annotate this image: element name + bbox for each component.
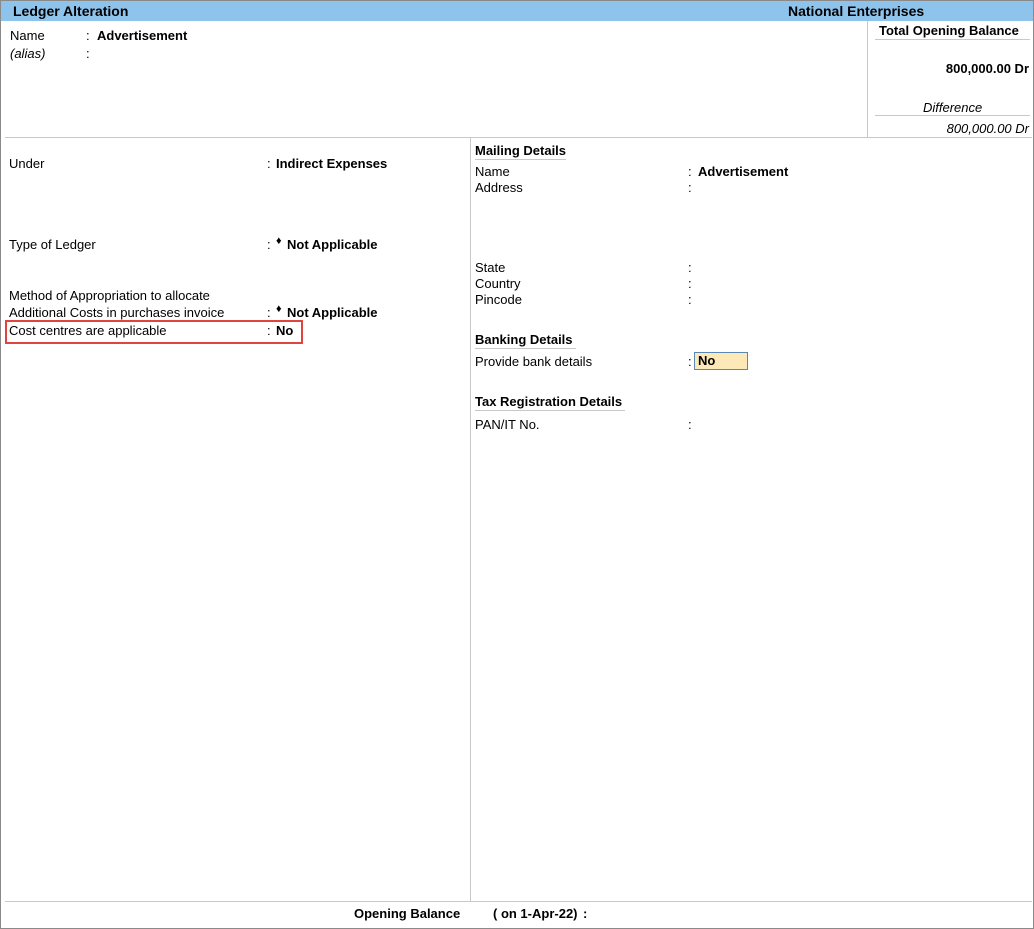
pan-label: PAN/IT No. (475, 417, 540, 432)
diamond-icon: ♦ (276, 303, 282, 315)
diamond-icon: ♦ (276, 235, 282, 247)
method-colon: : (267, 305, 271, 320)
mailing-details-heading: Mailing Details (475, 143, 567, 160)
window-frame (0, 0, 1034, 929)
header-divider (5, 137, 1032, 138)
method-of-appropriation-field[interactable]: Not Applicable (287, 305, 378, 320)
method-label-line2: Additional Costs in purchases invoice (9, 305, 225, 320)
method-label-line1: Method of Appropriation to allocate (9, 288, 210, 303)
name-field[interactable]: Advertisement (97, 28, 187, 43)
company-name: National Enterprises (788, 3, 925, 19)
state-field[interactable] (698, 259, 998, 275)
mailing-name-field[interactable]: Advertisement (698, 164, 788, 179)
provide-bank-details-label: Provide bank details (475, 354, 593, 369)
mailing-name-colon: : (688, 164, 692, 179)
pan-colon: : (688, 417, 692, 432)
opening-balance-date: ( on 1-Apr-22) (493, 906, 578, 921)
name-colon: : (86, 28, 90, 43)
under-colon: : (267, 156, 271, 171)
difference-value: 800,000.00 Dr (946, 121, 1029, 136)
state-label: State (475, 260, 506, 275)
screen-title: Ledger Alteration (13, 3, 129, 19)
banking-details-heading: Banking Details (475, 332, 576, 349)
opening-balance-colon: : (583, 906, 588, 921)
type-of-ledger-label: Type of Ledger (9, 237, 96, 252)
pincode-field[interactable] (698, 291, 998, 307)
total-opening-balance-label: Total Opening Balance (879, 23, 1019, 38)
address-label: Address (475, 180, 523, 195)
pan-field[interactable] (698, 416, 998, 432)
opening-balance-label: Opening Balance (354, 906, 461, 921)
state-colon: : (688, 260, 692, 275)
type-colon: : (267, 237, 271, 252)
provide-bank-details-field[interactable]: No (694, 352, 748, 370)
total-label-underline (875, 39, 1030, 40)
footer-divider (5, 901, 1032, 902)
balance-panel-divider (867, 21, 868, 137)
opening-balance-field[interactable] (596, 904, 796, 922)
tax-registration-heading: Tax Registration Details (475, 394, 626, 411)
country-colon: : (688, 276, 692, 291)
cost-centres-field[interactable]: No (276, 323, 293, 338)
pincode-label: Pincode (475, 292, 522, 307)
bank-details-colon: : (688, 354, 692, 369)
difference-label: Difference (923, 100, 983, 115)
difference-underline (875, 115, 1030, 116)
name-label: Name (10, 28, 45, 43)
type-of-ledger-field[interactable]: Not Applicable (287, 237, 378, 252)
under-field[interactable]: Indirect Expenses (276, 156, 387, 171)
country-label: Country (475, 276, 521, 291)
alias-field[interactable] (97, 44, 397, 60)
address-colon: : (688, 180, 692, 195)
alias-label: (alias) (10, 46, 46, 61)
column-divider (470, 137, 471, 901)
total-opening-balance-value: 800,000.00 Dr (945, 61, 1029, 76)
cost-centres-colon: : (267, 323, 271, 338)
pincode-colon: : (688, 292, 692, 307)
address-field[interactable] (698, 179, 998, 195)
cost-centres-label: Cost centres are applicable (9, 323, 167, 338)
under-label: Under (9, 156, 45, 171)
mailing-name-label: Name (475, 164, 510, 179)
alias-colon: : (86, 46, 90, 61)
country-field[interactable] (698, 275, 998, 291)
